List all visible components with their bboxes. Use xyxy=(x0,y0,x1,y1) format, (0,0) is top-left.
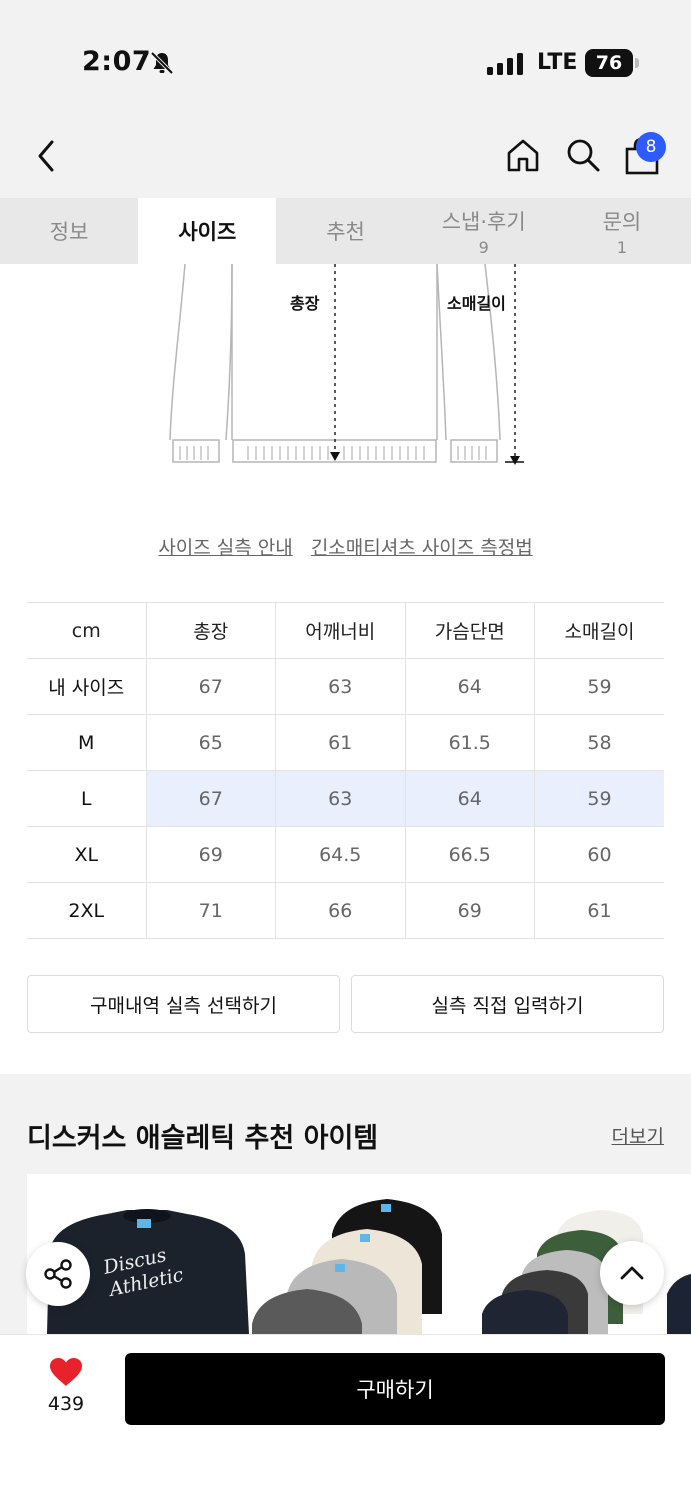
size-table: cm 총장 어깨너비 가슴단면 소매길이 내 사이즈 67 63 64 59 M… xyxy=(27,602,664,939)
network-type: LTE xyxy=(537,50,578,75)
chevron-up-icon xyxy=(620,1266,644,1280)
buy-button[interactable]: 구매하기 xyxy=(125,1353,665,1425)
measurement-method-link[interactable]: 긴소매티셔츠 사이즈 측정법 xyxy=(311,537,533,559)
size-measure-guide-link[interactable]: 사이즈 실측 안내 xyxy=(158,537,292,559)
table-header-unit: cm xyxy=(27,602,147,659)
table-cell: 59 xyxy=(534,770,664,827)
row-label: XL xyxy=(27,826,147,883)
row-label: 2XL xyxy=(27,882,147,939)
table-header-row: cm 총장 어깨너비 가슴단면 소매길이 xyxy=(27,602,664,659)
size-diagram: 총장 소매길이 xyxy=(0,263,691,474)
product-item[interactable] xyxy=(252,1199,442,1334)
table-cell: 61.5 xyxy=(404,714,535,771)
share-button[interactable] xyxy=(26,1242,90,1306)
status-bar: 2:07 LTE 76 xyxy=(0,0,691,120)
size-guide-links: 사이즈 실측 안내 긴소매티셔츠 사이즈 측정법 xyxy=(0,533,691,560)
signal-icon xyxy=(487,53,523,75)
tab-count: 1 xyxy=(616,237,627,257)
tab-label: 사이즈 xyxy=(178,220,237,244)
share-icon xyxy=(44,1259,72,1289)
direct-input-button[interactable]: 실측 직접 입력하기 xyxy=(351,975,664,1033)
more-link[interactable]: 더보기 xyxy=(612,1122,664,1149)
table-cell: 64 xyxy=(404,658,535,715)
tab-label: 스냅·후기 xyxy=(441,209,526,234)
tab-snap-review[interactable]: 스냅·후기 9 xyxy=(415,198,553,264)
table-row-l: L 67 63 64 59 xyxy=(27,770,664,827)
product-thumbnails: Discus Athletic xyxy=(47,1199,691,1334)
battery-level: 76 xyxy=(585,49,633,77)
tab-info[interactable]: 정보 xyxy=(0,198,138,264)
table-cell: 60 xyxy=(534,826,664,883)
table-row-m: M 65 61 61.5 58 xyxy=(27,714,664,771)
bottom-bar: 439 구매하기 xyxy=(0,1334,691,1500)
battery-icon: 76 xyxy=(585,49,639,77)
tab-label: 문의 xyxy=(602,209,642,234)
row-label: M xyxy=(27,714,147,771)
table-cell: 67 xyxy=(145,770,276,827)
search-icon[interactable] xyxy=(565,137,601,173)
product-carousel: Discus Athletic xyxy=(27,1174,691,1334)
like-count: 439 xyxy=(47,1393,85,1415)
table-cell: 71 xyxy=(145,882,276,939)
table-cell: 59 xyxy=(534,658,664,715)
diagram-sleeve-label: 소매길이 xyxy=(447,294,506,313)
back-icon[interactable] xyxy=(32,138,62,174)
table-cell: 66.5 xyxy=(404,826,535,883)
table-cell: 67 xyxy=(145,658,276,715)
table-cell: 69 xyxy=(404,882,535,939)
table-header: 어깨너비 xyxy=(275,602,405,659)
recommend-title: 디스커스 애슬레틱 추천 아이템 xyxy=(27,1123,379,1154)
product-tabs: 정보 사이즈 추천 스냅·후기 9 문의 1 xyxy=(0,198,691,264)
tab-recommend[interactable]: 추천 xyxy=(276,198,414,264)
home-icon[interactable] xyxy=(505,137,541,173)
diagram-length-label: 총장 xyxy=(290,294,320,313)
table-cell: 63 xyxy=(275,770,405,827)
top-nav: 8 xyxy=(0,120,691,198)
like-button[interactable]: 439 xyxy=(30,1357,102,1415)
table-cell: 61 xyxy=(275,714,405,771)
table-cell: 66 xyxy=(275,882,405,939)
tab-inquiry[interactable]: 문의 1 xyxy=(553,198,691,264)
table-cell: 61 xyxy=(534,882,664,939)
row-label: 내 사이즈 xyxy=(27,658,147,715)
tab-size[interactable]: 사이즈 xyxy=(138,198,277,264)
table-row-my-size: 내 사이즈 67 63 64 59 xyxy=(27,658,664,715)
table-header: 총장 xyxy=(145,602,276,659)
table-cell: 58 xyxy=(534,714,664,771)
sweatshirt-outline-illustration xyxy=(169,263,524,465)
table-cell: 64 xyxy=(404,770,535,827)
table-cell: 65 xyxy=(145,714,276,771)
heart-icon xyxy=(50,1358,82,1386)
table-row-2xl: 2XL 71 66 69 61 xyxy=(27,882,664,939)
row-label: L xyxy=(27,770,147,827)
table-row-xl: XL 69 64.5 66.5 60 xyxy=(27,826,664,883)
table-cell: 64.5 xyxy=(275,826,405,883)
status-time: 2:07 xyxy=(82,46,152,77)
bell-muted-icon xyxy=(150,51,174,75)
tab-label: 정보 xyxy=(49,220,89,244)
measurement-buttons: 구매내역 실측 선택하기 실측 직접 입력하기 xyxy=(27,975,664,1033)
tab-count: 9 xyxy=(478,237,489,257)
table-cell: 69 xyxy=(145,826,276,883)
table-header: 소매길이 xyxy=(534,602,664,659)
table-header: 가슴단면 xyxy=(404,602,535,659)
scroll-top-button[interactable] xyxy=(600,1241,664,1305)
tab-label: 추천 xyxy=(326,220,365,244)
cart-count-badge: 8 xyxy=(636,132,666,162)
table-cell: 63 xyxy=(275,658,405,715)
select-purchase-history-button[interactable]: 구매내역 실측 선택하기 xyxy=(27,975,340,1033)
